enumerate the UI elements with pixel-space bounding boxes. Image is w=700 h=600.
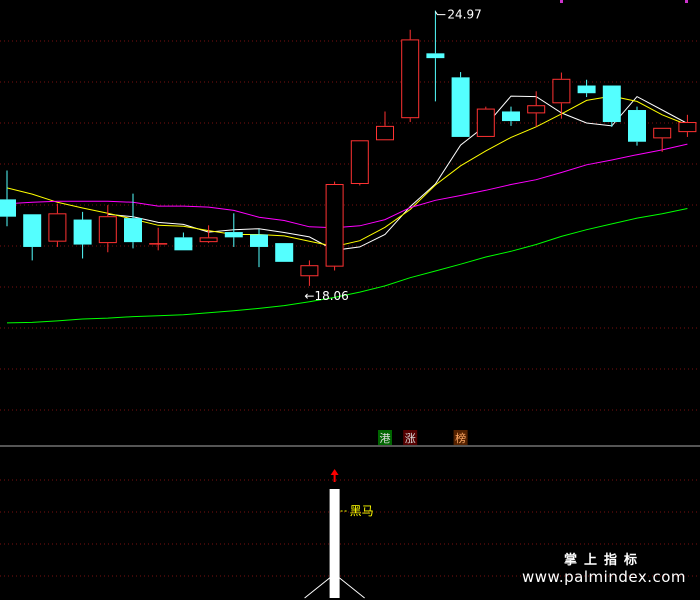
candle-body bbox=[502, 111, 520, 122]
falling-candle bbox=[602, 85, 621, 127]
candlestick-series bbox=[0, 10, 697, 286]
candle-body bbox=[300, 265, 319, 277]
rising-candle bbox=[199, 225, 218, 244]
candle-body bbox=[577, 85, 596, 94]
candle-body bbox=[174, 237, 193, 251]
candle-body bbox=[653, 127, 672, 139]
candle-body bbox=[527, 105, 546, 114]
candle-body bbox=[552, 78, 571, 104]
signal-badges: 港涨榜 bbox=[378, 430, 468, 445]
candle-body bbox=[401, 39, 420, 119]
rising-candle bbox=[300, 260, 319, 286]
candle-body bbox=[98, 216, 117, 244]
indicator-panel: 黑马 bbox=[304, 469, 374, 599]
candle-body bbox=[628, 110, 646, 142]
candle-body bbox=[602, 85, 621, 123]
badge-label: 榜 bbox=[455, 431, 466, 445]
candle-body bbox=[376, 125, 394, 141]
rising-candle bbox=[552, 72, 571, 119]
falling-candle bbox=[451, 72, 470, 137]
candle-body bbox=[73, 219, 92, 245]
indicator-label: 黑马 bbox=[350, 504, 374, 518]
candle-body bbox=[451, 77, 470, 137]
candle-body bbox=[350, 140, 369, 185]
rising-candle bbox=[376, 111, 394, 141]
rising-candle bbox=[678, 114, 697, 137]
candle-body bbox=[0, 199, 16, 217]
rising-candle bbox=[401, 29, 420, 123]
falling-candle bbox=[0, 170, 16, 227]
low-price-label: ←18.06 bbox=[304, 289, 348, 303]
ma-line bbox=[107, 95, 688, 251]
candle-body bbox=[678, 122, 697, 133]
signal-bar bbox=[329, 489, 340, 598]
candle-body bbox=[275, 243, 294, 262]
candle-body bbox=[250, 234, 268, 247]
candle-body bbox=[426, 53, 445, 59]
candle-body bbox=[199, 237, 218, 243]
falling-candle bbox=[174, 232, 193, 251]
signal-arrow-head bbox=[330, 469, 339, 475]
rising-candle bbox=[350, 140, 369, 186]
candle-body bbox=[224, 232, 243, 238]
falling-candle bbox=[250, 229, 268, 268]
marker-dot bbox=[560, 0, 563, 3]
candle-body bbox=[23, 214, 42, 247]
stock-chart: 24.97 ←18.06 港 涨 榜 黑马 bbox=[0, 0, 700, 599]
rising-candle bbox=[476, 106, 495, 137]
candle-body bbox=[48, 213, 67, 242]
falling-candle bbox=[23, 214, 42, 261]
marker-dot bbox=[685, 0, 688, 3]
high-pointer bbox=[434, 11, 446, 16]
falling-candle bbox=[275, 243, 294, 262]
falling-candle bbox=[628, 106, 646, 146]
watermark-chinese: 掌上指标 bbox=[563, 553, 644, 568]
candle-body bbox=[476, 108, 495, 137]
watermark: 掌上指标 www.palmindex.com bbox=[522, 549, 686, 586]
ma-line bbox=[6, 143, 688, 229]
falling-candle bbox=[426, 10, 445, 102]
falling-candle bbox=[73, 211, 92, 259]
badge: 榜 bbox=[453, 430, 468, 445]
candle-body bbox=[325, 184, 344, 267]
badge: 涨 bbox=[403, 430, 418, 445]
badge-label: 涨 bbox=[405, 432, 416, 445]
watermark-url: www.palmindex.com bbox=[521, 568, 686, 586]
badge: 港 bbox=[378, 430, 392, 445]
candle-body bbox=[149, 243, 168, 245]
rising-candle bbox=[48, 203, 67, 247]
rising-candle bbox=[149, 227, 168, 251]
high-price-label: 24.97 bbox=[447, 8, 481, 22]
rising-candle bbox=[325, 181, 344, 271]
badge-label: 港 bbox=[380, 432, 391, 445]
candle-body bbox=[124, 218, 142, 243]
